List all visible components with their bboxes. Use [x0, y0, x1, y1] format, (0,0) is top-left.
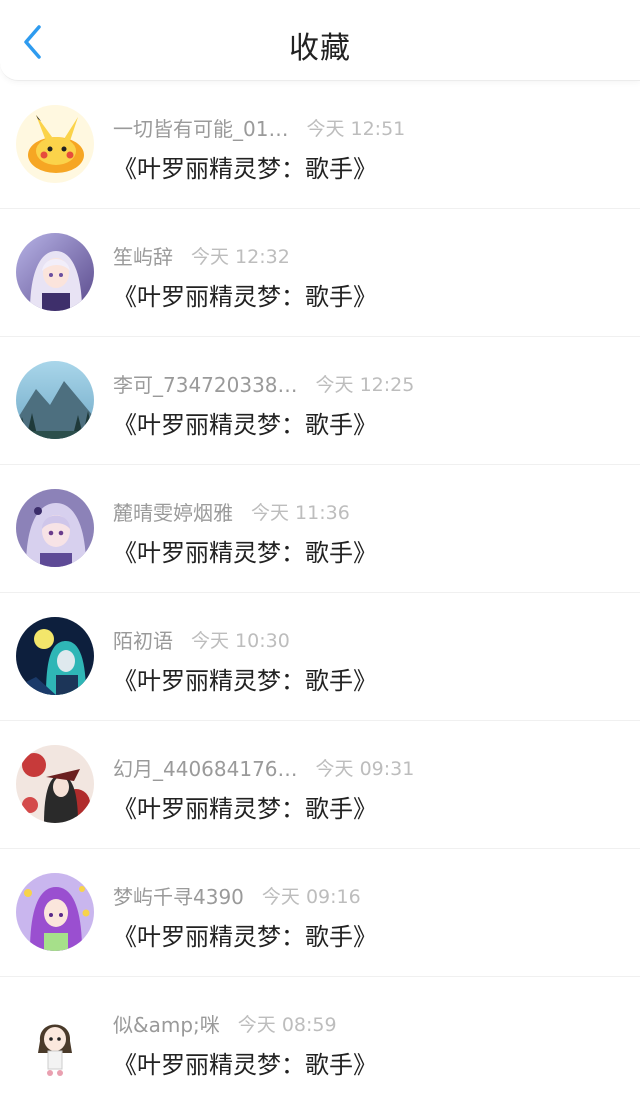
- avatar[interactable]: [16, 745, 94, 823]
- favorite-title[interactable]: 《叶罗丽精灵梦：歌手》: [113, 661, 377, 696]
- avatar[interactable]: [16, 105, 94, 183]
- avatar[interactable]: [16, 873, 94, 951]
- top-bar: 收藏: [0, 0, 640, 81]
- anime-flower-avatar-icon: [16, 745, 94, 823]
- list-item[interactable]: 笙屿辞 今天 12:32 《叶罗丽精灵梦：歌手》: [0, 209, 640, 337]
- list-item[interactable]: 陌初语 今天 10:30 《叶罗丽精灵梦：歌手》: [0, 593, 640, 721]
- user-name[interactable]: 幻月_440684176…: [113, 753, 298, 782]
- favorite-title[interactable]: 《叶罗丽精灵梦：歌手》: [113, 789, 377, 824]
- timestamp: 今天 08:59: [237, 1013, 337, 1036]
- favorite-title[interactable]: 《叶罗丽精灵梦：歌手》: [113, 1045, 377, 1080]
- timestamp: 今天 11:36: [251, 501, 350, 524]
- list-item[interactable]: 麓晴雯婷烟雅 今天 11:36 《叶罗丽精灵梦：歌手》: [0, 465, 640, 593]
- avatar[interactable]: [16, 489, 94, 567]
- user-name[interactable]: 一切皆有可能_01…: [113, 113, 288, 142]
- avatar[interactable]: [16, 617, 94, 695]
- item-meta: 陌初语 今天 10:30: [113, 624, 290, 654]
- user-name[interactable]: 李可_734720338…: [113, 369, 298, 398]
- favorite-title[interactable]: 《叶罗丽精灵梦：歌手》: [113, 533, 377, 568]
- list-item[interactable]: 李可_734720338… 今天 12:25 《叶罗丽精灵梦：歌手》: [0, 337, 640, 465]
- timestamp: 今天 12:51: [306, 117, 406, 140]
- favorite-title[interactable]: 《叶罗丽精灵梦：歌手》: [113, 277, 377, 312]
- item-meta: 一切皆有可能_01… 今天 12:51: [113, 112, 405, 142]
- user-name[interactable]: 梦屿千寻4390: [113, 881, 244, 910]
- list-item[interactable]: 似&amp;咪 今天 08:59 《叶罗丽精灵梦：歌手》: [0, 977, 640, 1100]
- timestamp: 今天 10:30: [191, 629, 290, 652]
- avatar[interactable]: [16, 1001, 94, 1079]
- avatar[interactable]: [16, 233, 94, 311]
- pikachu-avatar-icon: [16, 105, 94, 183]
- timestamp: 今天 09:31: [315, 757, 415, 780]
- timestamp: 今天 09:16: [261, 885, 361, 908]
- mountain-landscape-avatar-icon: [16, 361, 94, 439]
- favorite-title[interactable]: 《叶罗丽精灵梦：歌手》: [113, 917, 377, 952]
- item-meta: 似&amp;咪 今天 08:59: [113, 1008, 337, 1038]
- list-item[interactable]: 一切皆有可能_01… 今天 12:51 《叶罗丽精灵梦：歌手》: [0, 81, 640, 209]
- user-name[interactable]: 麓晴雯婷烟雅: [113, 497, 233, 526]
- list-item[interactable]: 梦屿千寻4390 今天 09:16 《叶罗丽精灵梦：歌手》: [0, 849, 640, 977]
- user-name[interactable]: 陌初语: [113, 625, 173, 654]
- item-meta: 幻月_440684176… 今天 09:31: [113, 752, 414, 782]
- page-title: 收藏: [289, 31, 351, 66]
- user-name[interactable]: 似&amp;咪: [113, 1009, 220, 1038]
- anime-night-avatar-icon: [16, 617, 94, 695]
- favorite-title[interactable]: 《叶罗丽精灵梦：歌手》: [113, 405, 377, 440]
- favorite-title[interactable]: 《叶罗丽精灵梦：歌手》: [113, 149, 377, 184]
- timestamp: 今天 12:25: [315, 373, 415, 396]
- item-meta: 笙屿辞 今天 12:32: [113, 240, 290, 270]
- anime-purple-hair-avatar-icon: [16, 873, 94, 951]
- avatar[interactable]: [16, 361, 94, 439]
- list-item[interactable]: 幻月_440684176… 今天 09:31 《叶罗丽精灵梦：歌手》: [0, 721, 640, 849]
- anime-girl-avatar-icon: [16, 489, 94, 567]
- user-name[interactable]: 笙屿辞: [113, 241, 173, 270]
- item-meta: 李可_734720338… 今天 12:25: [113, 368, 414, 398]
- chibi-girl-avatar-icon: [16, 1001, 94, 1079]
- anime-girl-avatar-icon: [16, 233, 94, 311]
- item-meta: 麓晴雯婷烟雅 今天 11:36: [113, 496, 350, 526]
- item-meta: 梦屿千寻4390 今天 09:16: [113, 880, 361, 910]
- favorites-list: 一切皆有可能_01… 今天 12:51 《叶罗丽精灵梦：歌手》 笙屿辞 今天 1…: [0, 81, 640, 1100]
- timestamp: 今天 12:32: [191, 245, 290, 268]
